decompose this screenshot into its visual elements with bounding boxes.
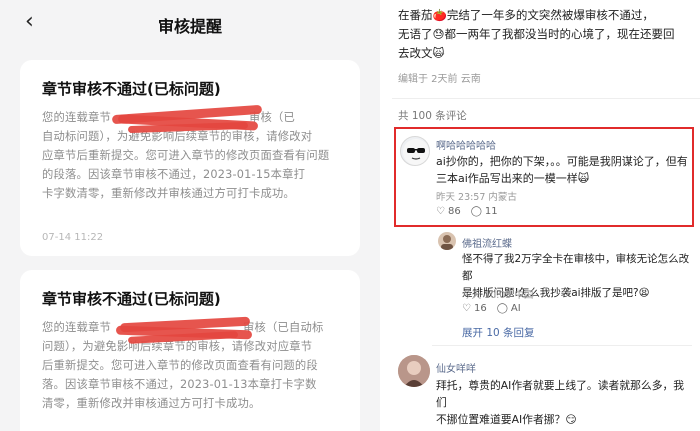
notice-time: 07-14 11:22 [42,232,104,243]
comment-line: 拜托，尊贵的AI作者就要上线了。读者就那么多，我们 [436,379,685,409]
comment-icon: ◯ [470,206,482,217]
notice-card[interactable]: 章节审核不通过(已标问题) 您的连载章节 审核（已 自动标问题），为避免影响后续章… [20,60,360,256]
top-bar: ‹ 审核提醒 [0,0,380,46]
avatar[interactable] [398,355,430,387]
notice-title: 章节审核不通过(已标问题) [42,290,221,308]
comment-text: ai抄你的，把你的下架，。。可能是我阴谋论了，但有 三本ai作品写出来的一模一样… [436,153,692,187]
comment-actions: ♡ 16 ◯ AI [462,303,521,314]
portrait-avatar-icon [398,355,430,387]
post-body: 在番茄🍅完结了一年多的文突然被爆审核不通过， 无语了😓都一两年了我都没当时的心境… [398,6,696,63]
notice-card[interactable]: 章节审核不通过(已标问题) 您的连载章节 审核（已自动标 问题），为避免影响后续章… [20,270,360,431]
portrait-avatar-icon [441,235,453,250]
comment-line: 怪不得了我2万字全卡在审核中，审核无论怎么改都 [462,253,690,282]
notice-line: 清零，重新修改并审核通过方可打卡成功。 [42,397,261,410]
notice-line: 您的连载章节 [42,111,111,124]
post-line: 无语了😓都一两年了我都没当时的心境了，现在还要回 [398,27,675,41]
comment-actions: ♡ 86 ◯ 11 [436,206,498,217]
divider [432,345,692,346]
like-count: 16 [473,303,487,314]
avatar[interactable] [438,232,456,250]
reply-count: 11 [484,206,498,217]
comment-line: 三本ai作品写出来的一模一样🙀 [436,172,590,185]
heart-icon: ♡ [436,206,445,217]
comment-username[interactable]: 仙女咩咩 [436,360,476,375]
post-line: 去改文🙀 [398,46,445,60]
notice-line: 的段落。因该章节审核不通过，2023-01-15本章打 [42,168,306,181]
comment-count: 共 100 条评论 [398,110,467,122]
page-title: 审核提醒 [157,17,222,36]
notice-line: 您的连载章节 [42,321,111,334]
comment-line: ai抄你的，把你的下架，。。可能是我阴谋论了，但有 [436,155,688,168]
comment-username[interactable]: 佛祖流红蝶 [462,235,512,250]
screenshot-root: ‹ 审核提醒 章节审核不通过(已标问题) 您的连载章节 审核（已 自动标问题），为… [0,0,700,431]
post-meta: 编辑于 2天前 云南 [398,74,481,85]
like-count: 86 [447,206,461,217]
heart-icon: ♡ [462,303,471,314]
reply-button[interactable]: ◯ AI [497,303,521,314]
like-button[interactable]: ♡ 16 [462,303,487,314]
post-comments-panel: 在番茄🍅完结了一年多的文突然被爆审核不通过， 无语了😓都一两年了我都没当时的心境… [392,0,700,431]
notice-line: 后重新提交。您可进入章节的修改页面查看有问题的段 [42,359,318,372]
divider [392,98,700,99]
comment-text: 拜托，尊贵的AI作者就要上线了。读者就那么多，我们 不挪位置难道要AI作者挪？😏 [436,377,694,428]
comment-meta: 昨天 23:57 内蒙古 [436,192,517,203]
expand-replies-link[interactable]: 展开 10 条回复 [462,325,535,340]
panel-divider [380,0,392,431]
post-line: 在番茄🍅完结了一年多的文突然被爆审核不通过， [398,8,654,22]
reply-button[interactable]: ◯ 11 [471,206,498,217]
notice-line: 卡字数清零，重新修改并审核通过方可打卡成功。 [42,187,295,200]
notice-line-tail: 审核（已自动标 [242,321,324,334]
comment-username[interactable]: 啊哈哈哈哈哈 [436,137,496,152]
comment-meta: 今天 10:05 中国 [462,290,534,301]
avatar[interactable] [400,136,430,166]
reply-count: AI [510,303,521,314]
notice-line: 应章节后重新提交。您可进入章节的修改页面查看有问题 [42,149,330,162]
notice-line: 落。因该章节审核不通过，2023-01-13本章打卡字数 [42,378,317,391]
comment-line: 不挪位置难道要AI作者挪？😏 [436,413,577,426]
comment-icon: ◯ [496,303,508,314]
review-notice-panel: ‹ 审核提醒 章节审核不通过(已标问题) 您的连载章节 审核（已 自动标问题），为… [0,0,380,431]
like-button[interactable]: ♡ 86 [436,206,461,217]
notice-title: 章节审核不通过(已标问题) [42,80,221,98]
